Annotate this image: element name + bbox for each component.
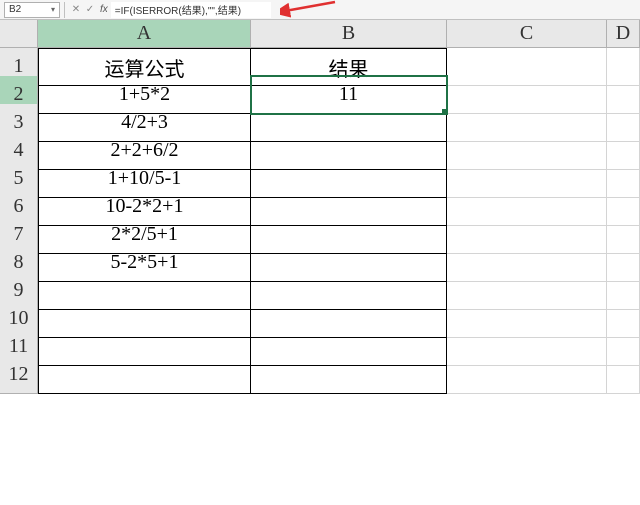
- formula-input[interactable]: =IF(ISERROR(结果),"",结果): [111, 2, 271, 18]
- confirm-formula-icon[interactable]: ✓: [83, 2, 97, 18]
- chevron-down-icon: ▾: [51, 5, 55, 14]
- col-header-A[interactable]: A: [38, 20, 251, 48]
- cell-D12[interactable]: [607, 356, 640, 394]
- name-box[interactable]: B2 ▾: [4, 2, 60, 18]
- spreadsheet-grid[interactable]: A B C D 1 运算公式 结果 2 1+5*2 11 3 4/2+3 4 2…: [0, 20, 640, 384]
- formula-text: =IF(ISERROR(结果),"",结果): [115, 2, 241, 17]
- col-header-B[interactable]: B: [251, 20, 447, 48]
- annotation-arrow-icon: [280, 0, 340, 19]
- fx-icon[interactable]: fx: [100, 4, 108, 15]
- separator: [64, 2, 65, 18]
- select-all-corner[interactable]: [0, 20, 38, 48]
- cell-B2[interactable]: 11: [251, 76, 447, 114]
- name-box-value: B2: [9, 4, 21, 15]
- cancel-formula-icon[interactable]: ✕: [69, 2, 83, 18]
- cell-A12[interactable]: [38, 356, 251, 394]
- cell-C12[interactable]: [447, 356, 607, 394]
- formula-bar: B2 ▾ ✕ ✓ fx =IF(ISERROR(结果),"",结果): [0, 0, 640, 20]
- row-header-12[interactable]: 12: [0, 356, 38, 394]
- cell-B12[interactable]: [251, 356, 447, 394]
- col-header-D[interactable]: D: [607, 20, 640, 48]
- col-header-C[interactable]: C: [447, 20, 607, 48]
